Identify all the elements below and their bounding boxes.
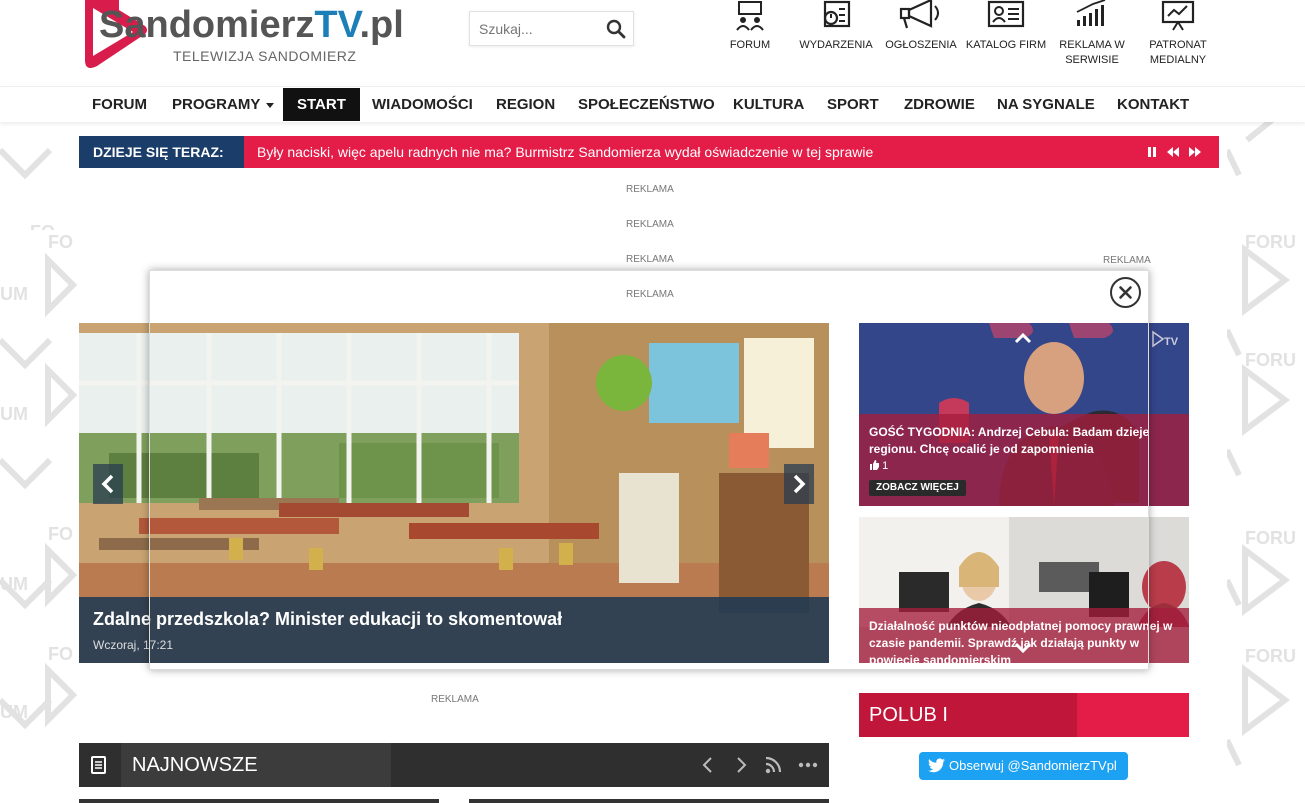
top-icon-label: OGŁOSZENIA <box>885 39 957 51</box>
megaphone-icon <box>899 0 939 29</box>
ad-label: REKLAMA <box>626 289 674 300</box>
svg-text:FORU: FORU <box>1245 232 1296 252</box>
top-icon-reklama[interactable]: REKLAMA W SERWISIE <box>1047 0 1137 68</box>
fast-forward-icon[interactable] <box>1188 145 1202 159</box>
nav-item-zdrowie[interactable]: ZDROWIE <box>890 88 989 121</box>
watermark-logo-icon: TV <box>1152 330 1179 348</box>
logo-subtitle: TELEWIZJA SANDOMIERZ <box>173 48 357 64</box>
svg-text:UM: UM <box>0 404 28 424</box>
caret-down-icon <box>266 102 275 108</box>
latest-news-title: NAJNOWSZE WIADOMOŚCI <box>121 743 391 803</box>
svg-text:TV: TV <box>1164 336 1179 348</box>
svg-text:FO: FO <box>48 644 73 664</box>
top-icon-label: PATRONAT MEDIALNY <box>1149 39 1207 66</box>
chevron-left-icon <box>101 474 114 494</box>
site-logo[interactable]: SandomierzTV.pl TELEWIZJA SANDOMIERZ <box>79 0 439 72</box>
top-icon-label: KATALOG FIRM <box>965 39 1047 51</box>
bar-chart-icon <box>1076 0 1106 26</box>
top-icon-wydarzenia[interactable]: WYDARZENIA <box>791 0 881 53</box>
calendar-icon <box>823 0 851 28</box>
top-icon-label: WYDARZENIA <box>799 39 873 51</box>
ad-label: REKLAMA <box>626 254 674 265</box>
nav-item-label: PROGRAMY <box>172 96 261 113</box>
forum-icon <box>736 1 764 31</box>
ad-label: REKLAMA <box>626 219 674 230</box>
nav-item-start[interactable]: START <box>283 88 360 121</box>
svg-text:FO: FO <box>48 232 73 252</box>
watermark-pattern-left: FO UM FO UM UM FO UM <box>0 147 78 730</box>
logo-wordmark: SandomierzTV.pl <box>99 4 404 46</box>
search-input[interactable] <box>470 12 600 45</box>
nav-item-kultura[interactable]: KULTURA <box>719 88 818 121</box>
svg-text:FORU: FORU <box>1245 646 1296 666</box>
ad-label: REKLAMA <box>1103 255 1151 266</box>
top-icon-label: FORUM <box>729 39 771 51</box>
top-icon-forum[interactable]: FORUM <box>705 0 795 53</box>
chevron-right-icon[interactable] <box>730 755 752 775</box>
chevron-left-icon[interactable] <box>697 755 719 775</box>
nav-item-forum[interactable]: FORUM <box>78 88 161 121</box>
twitter-follow-button[interactable]: Obserwuj @SandomierzTVpl <box>919 752 1128 780</box>
ad-label: REKLAMA <box>626 184 674 195</box>
top-icon-patronat[interactable]: PATRONAT MEDIALNY <box>1133 0 1223 68</box>
social-section-title: POLUB I SUBSKRYBUJ <box>859 693 1077 770</box>
latest-news-header: NAJNOWSZE WIADOMOŚCI <box>79 743 829 803</box>
watermark-pattern-right: FORU FORU FORU FORU <box>1227 120 1296 767</box>
document-icon <box>91 756 106 774</box>
nav-item-region[interactable]: REGION <box>482 88 569 121</box>
news-ticker: DZIEJE SIĘ TERAZ: Były naciski, więc ape… <box>79 136 1219 168</box>
twitter-icon <box>928 758 945 773</box>
news-icon-box <box>79 743 121 787</box>
presentation-icon <box>1161 0 1195 31</box>
close-ad-button[interactable] <box>1110 277 1141 308</box>
top-icon-katalog-firm[interactable]: KATALOG FIRM <box>961 0 1051 53</box>
slider-prev-button[interactable] <box>93 464 123 504</box>
nav-item-sport[interactable]: SPORT <box>813 88 893 121</box>
main-navigation: FORUM PROGRAMY START WIADOMOŚCI REGION S… <box>0 86 1305 122</box>
svg-text:UM: UM <box>0 574 28 594</box>
top-icon-ogloszenia[interactable]: OGŁOSZENIA <box>876 0 966 53</box>
rss-icon[interactable] <box>763 755 785 775</box>
nav-item-kontakt[interactable]: KONTAKT <box>1103 88 1203 121</box>
nav-item-programy[interactable]: PROGRAMY <box>158 88 288 121</box>
nav-item-na-sygnale[interactable]: NA SYGNALE <box>983 88 1109 121</box>
news-thumbnail[interactable] <box>79 799 439 803</box>
site-header: SandomierzTV.pl TELEWIZJA SANDOMIERZ FOR… <box>0 0 1305 86</box>
nav-item-spoleczenstwo[interactable]: SPOŁECZEŃSTWO <box>564 88 729 121</box>
top-icon-label: REKLAMA W SERWISIE <box>1059 39 1125 66</box>
overlay-ad-frame <box>149 270 1149 670</box>
ad-label: REKLAMA <box>431 694 479 705</box>
ticker-headline[interactable]: Były naciski, więc apelu radnych nie ma?… <box>257 136 873 168</box>
more-options-icon[interactable] <box>797 755 819 775</box>
svg-text:UM: UM <box>0 702 28 722</box>
social-section-header: POLUB I SUBSKRYBUJ <box>859 693 1189 770</box>
svg-text:FORU: FORU <box>1245 528 1296 548</box>
nav-item-wiadomosci[interactable]: WIADOMOŚCI <box>358 88 487 121</box>
search-box <box>469 11 634 46</box>
twitter-follow-label: Obserwuj @SandomierzTVpl <box>949 758 1117 773</box>
news-thumbnail[interactable] <box>469 799 829 803</box>
svg-text:FO: FO <box>48 524 73 544</box>
id-card-icon <box>987 0 1025 28</box>
svg-text:FORU: FORU <box>1245 350 1296 370</box>
rewind-icon[interactable] <box>1166 145 1180 159</box>
ticker-label: DZIEJE SIĘ TERAZ: <box>79 136 244 168</box>
search-icon[interactable] <box>606 19 626 39</box>
pause-icon[interactable] <box>1145 145 1159 159</box>
svg-text:UM: UM <box>0 284 28 304</box>
close-icon <box>1119 286 1132 299</box>
